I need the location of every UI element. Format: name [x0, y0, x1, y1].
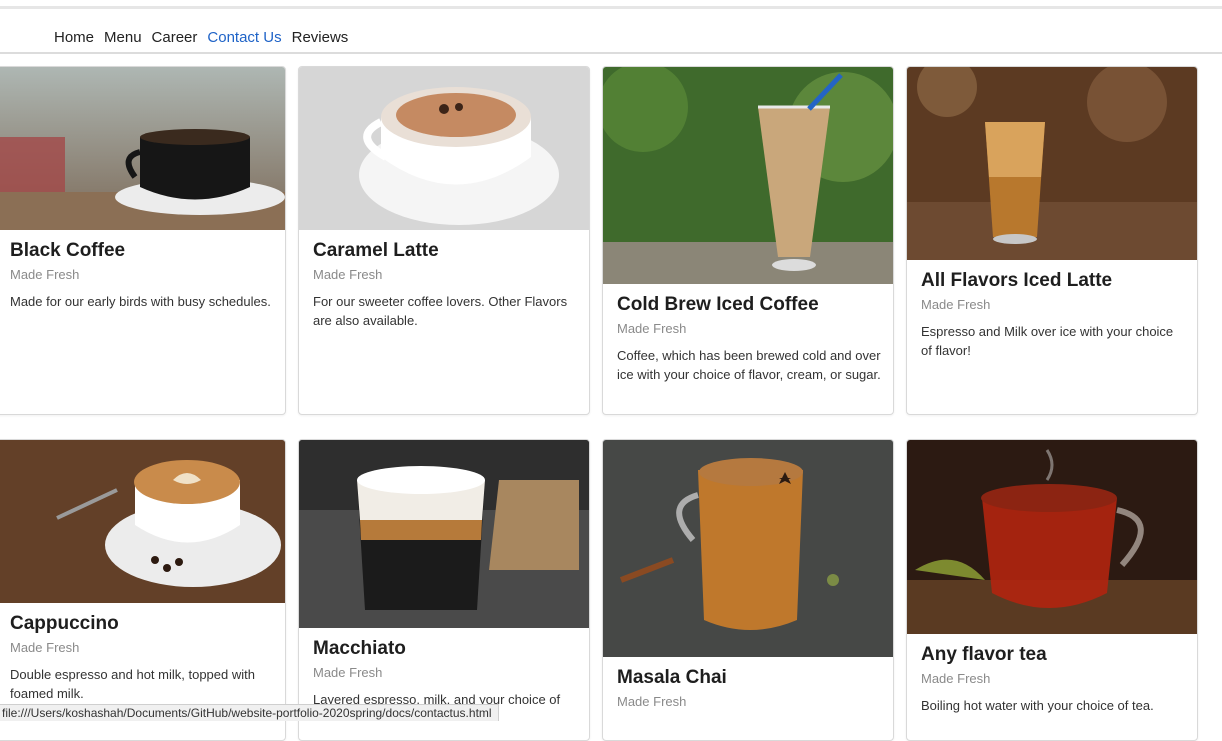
card-title: Black Coffee: [10, 240, 126, 261]
card-text: Boiling hot water with your choice of te…: [921, 698, 1154, 713]
card-title: Masala Chai: [617, 667, 727, 688]
card-subtitle: Made Fresh: [10, 267, 80, 282]
menu-card-cold-brew[interactable]: Cold Brew Iced Coffee Made Fresh Coffee,…: [602, 66, 894, 415]
nav-link-contact-us[interactable]: Contact Us: [207, 29, 281, 46]
card-text: Made for our early birds with busy sched…: [10, 294, 271, 309]
browser-status-url: file:///Users/koshashah/Documents/GitHub…: [0, 704, 499, 721]
card-title: Cold Brew Iced Coffee: [617, 294, 819, 315]
card-title: All Flavors Iced Latte: [921, 270, 1113, 291]
card-subtitle: Made Fresh: [313, 665, 383, 680]
card-subtitle: Made Fresh: [921, 297, 991, 312]
card-title: Any flavor tea: [921, 644, 1047, 665]
card-text: Coffee, which has been brewed cold and o…: [617, 348, 881, 382]
masala-chai-image: [603, 440, 893, 657]
card-subtitle: Made Fresh: [313, 267, 383, 282]
macchiato-image: [299, 440, 589, 628]
top-divider: [0, 6, 1222, 9]
menu-card-iced-latte[interactable]: All Flavors Iced Latte Made Fresh Espres…: [906, 66, 1198, 415]
card-subtitle: Made Fresh: [921, 671, 991, 686]
card-title: Macchiato: [313, 638, 406, 659]
nav-links: Home Menu Career Contact Us Reviews: [54, 29, 348, 46]
nav-link-career[interactable]: Career: [152, 29, 198, 46]
menu-card-cappuccino[interactable]: Cappuccino Made Fresh Double espresso an…: [0, 439, 286, 741]
navbar: Home Menu Career Contact Us Reviews: [0, 24, 1222, 54]
cappuccino-image: [0, 440, 285, 603]
black-coffee-image: [0, 67, 285, 230]
menu-card-macchiato[interactable]: Macchiato Made Fresh Layered espresso, m…: [298, 439, 590, 741]
card-title: Cappuccino: [10, 613, 119, 634]
card-title: Caramel Latte: [313, 240, 439, 261]
nav-link-menu[interactable]: Menu: [104, 29, 142, 46]
tea-image: [907, 440, 1197, 634]
iced-latte-image: [907, 67, 1197, 260]
menu-card-masala-chai[interactable]: Masala Chai Made Fresh: [602, 439, 894, 741]
menu-card-caramel-latte[interactable]: Caramel Latte Made Fresh For our sweeter…: [298, 66, 590, 415]
card-text: Espresso and Milk over ice with your cho…: [921, 324, 1174, 358]
cold-brew-image: [603, 67, 893, 284]
card-text: Double espresso and hot milk, topped wit…: [10, 667, 255, 701]
caramel-latte-image: [299, 67, 589, 230]
nav-link-reviews[interactable]: Reviews: [292, 29, 349, 46]
card-text: For our sweeter coffee lovers. Other Fla…: [313, 294, 568, 328]
menu-card-black-coffee[interactable]: Black Coffee Made Fresh Made for our ear…: [0, 66, 286, 415]
card-subtitle: Made Fresh: [617, 694, 687, 709]
nav-link-home[interactable]: Home: [54, 29, 94, 46]
menu-card-any-flavor-tea[interactable]: Any flavor tea Made Fresh Boiling hot wa…: [906, 439, 1198, 741]
card-subtitle: Made Fresh: [10, 640, 80, 655]
card-subtitle: Made Fresh: [617, 321, 687, 336]
